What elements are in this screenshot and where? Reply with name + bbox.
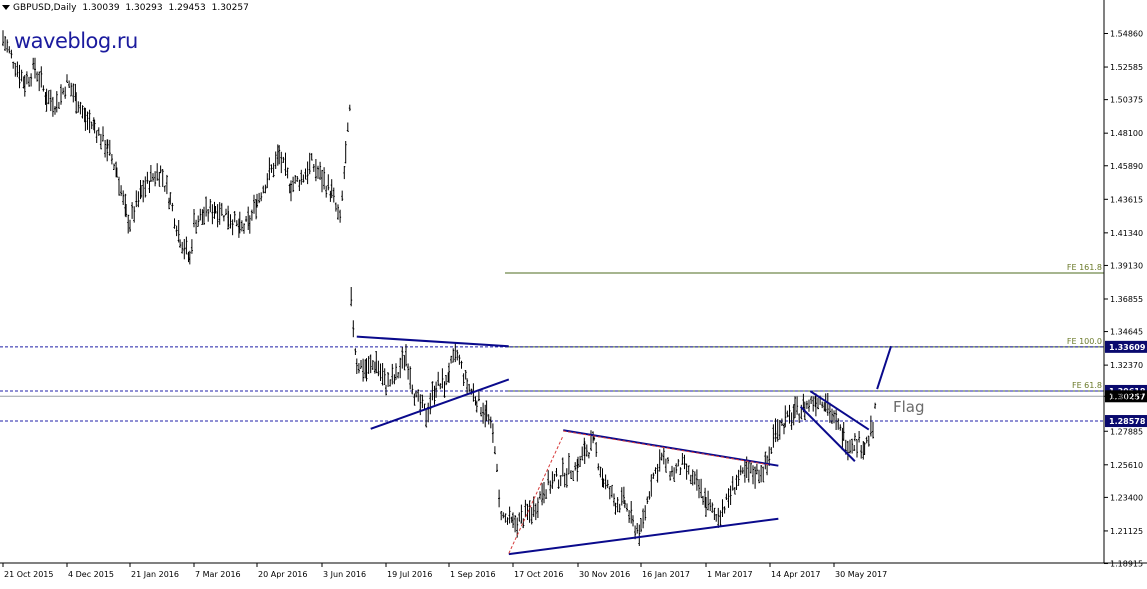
x-tick-label: 21 Oct 2015 [4,570,53,579]
high-value: 1.30293 [125,3,163,13]
price-box-label: 1.28578 [1109,417,1146,426]
x-tick-label: 14 Apr 2017 [771,570,820,579]
symbol-label: GBPUSD,Daily [13,3,77,13]
x-tick-label: 3 Jun 2016 [323,570,366,579]
y-tick-label: 1.27885 [1110,427,1143,436]
x-tick-label: 17 Oct 2016 [514,570,563,579]
y-tick-label: 1.52585 [1110,63,1143,72]
x-tick-label: 16 Jan 2017 [642,570,690,579]
y-tick-label: 1.34645 [1110,328,1143,337]
x-tick-label: 7 Mar 2016 [195,570,241,579]
x-tick-label: 1 Mar 2017 [707,570,753,579]
x-tick-label: 30 Nov 2016 [579,570,630,579]
x-tick-label: 30 May 2017 [835,570,887,579]
fe-label: FE 161.8 [1067,263,1102,272]
y-tick-label: 1.30257 [1110,392,1143,401]
chart-labels: Flag [893,398,925,416]
y-tick-label: 1.48100 [1110,129,1143,138]
y-tick-label: 1.39130 [1110,261,1143,270]
low-value: 1.29453 [168,3,206,13]
y-tick-label: 1.23400 [1110,493,1143,502]
x-tick-label: 19 Jul 2016 [387,570,432,579]
flag-label: Flag [893,398,925,416]
fe-label: FE 100.0 [1067,337,1102,346]
chart: FE 161.8FE 100.0FE 61.8 1.336091.306181.… [0,0,1147,585]
dropdown-arrow-icon[interactable] [2,5,10,10]
price-chart: FE 161.8FE 100.0FE 61.8 1.336091.306181.… [0,0,1147,585]
y-tick-label: 1.25610 [1110,461,1143,470]
x-tick-label: 4 Dec 2015 [68,570,114,579]
plot-background [0,0,1147,585]
y-tick-label: 1.41340 [1110,229,1143,238]
y-tick-label: 1.36855 [1110,295,1143,304]
y-tick-label: 1.18915 [1110,560,1143,569]
y-tick-label: 1.43615 [1110,195,1143,204]
x-tick-label: 20 Apr 2016 [258,570,307,579]
y-tick-label: 1.45890 [1110,162,1143,171]
y-tick-label: 1.50375 [1110,96,1143,105]
x-tick-label: 1 Sep 2016 [450,570,496,579]
chart-header: GBPUSD,Daily 1.30039 1.30293 1.29453 1.3… [2,3,252,13]
y-tick-label: 1.21125 [1110,527,1143,536]
close-value: 1.30257 [211,3,249,13]
open-value: 1.30039 [82,3,120,13]
fe-label: FE 61.8 [1072,381,1102,390]
price-box-label: 1.33609 [1109,343,1146,352]
y-tick-label: 1.54860 [1110,29,1143,38]
x-tick-label: 21 Jan 2016 [131,570,179,579]
watermark-text: waveblog.ru [14,29,138,53]
y-tick-label: 1.32370 [1110,361,1143,370]
